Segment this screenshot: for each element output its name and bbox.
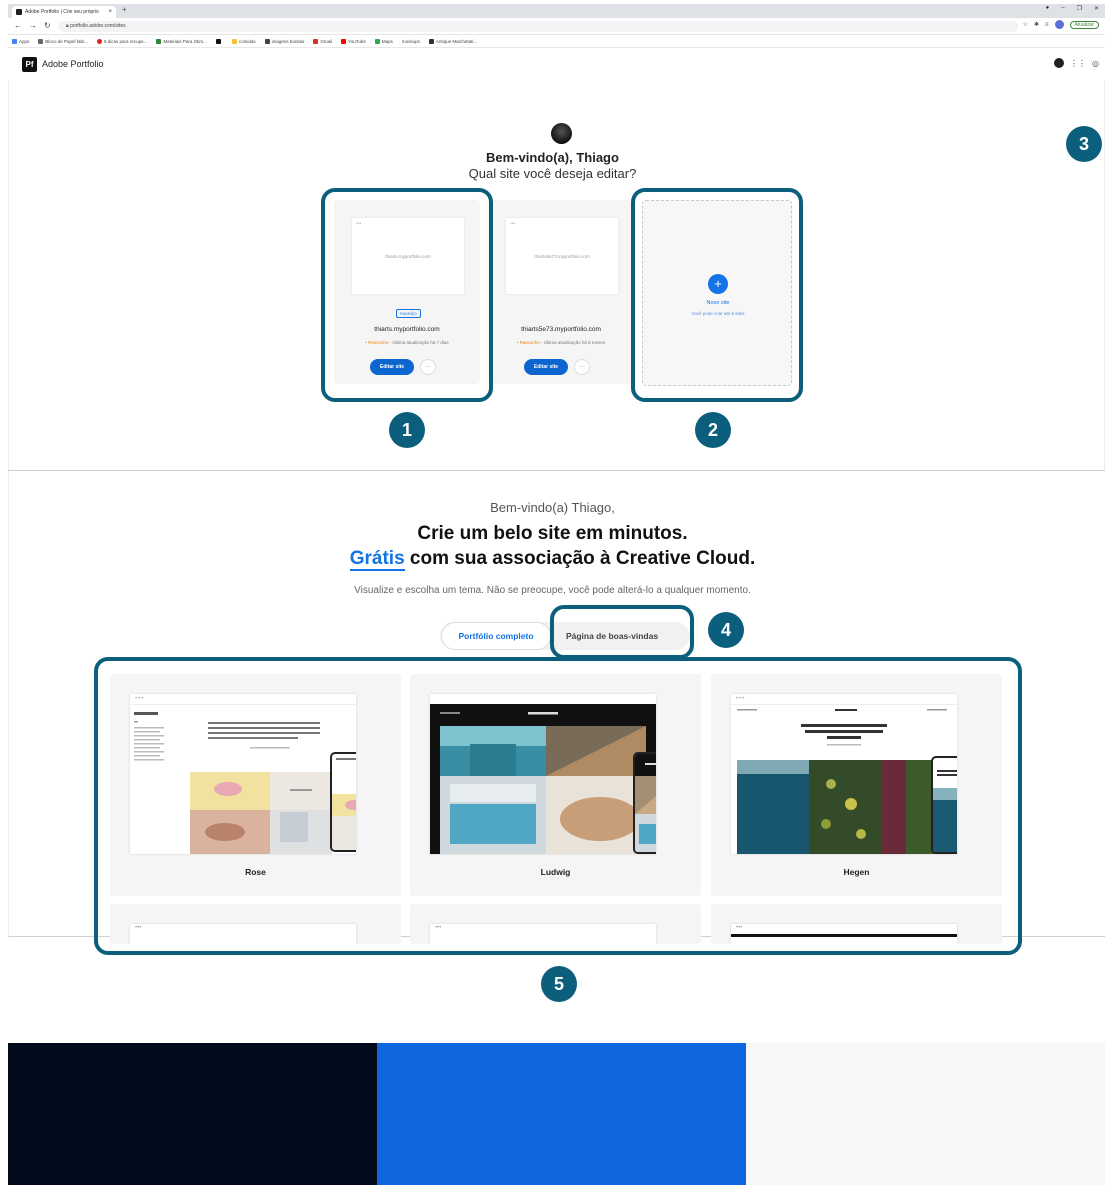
browser-tab[interactable]: Adobe Portfolio | Crie seu próprio × bbox=[12, 6, 116, 18]
apps-grid-icon bbox=[12, 38, 17, 44]
palette-swatch-dark bbox=[8, 1043, 377, 1185]
bookmarks-bar: Apps Bloco de Papel fabr... 5 dicas para… bbox=[8, 35, 1105, 48]
palette-swatch-blue bbox=[377, 1043, 746, 1185]
apps-grid-icon[interactable]: ⋮⋮ bbox=[1070, 59, 1086, 68]
bookmark-item[interactable]: 5 dicas para recupe... bbox=[97, 38, 147, 44]
notifications-icon[interactable]: ◎ bbox=[1092, 59, 1099, 68]
annotation-marker-2: 2 bbox=[695, 412, 731, 448]
extensions-icon[interactable]: ✱ bbox=[1034, 21, 1039, 28]
gmail-icon bbox=[313, 38, 319, 44]
bookmark-item[interactable]: Gmail bbox=[313, 38, 332, 44]
bookmark-item[interactable]: comidas bbox=[231, 38, 256, 44]
theme-title: Crie um belo site em minutos. bbox=[417, 523, 688, 544]
bookmark-favicon-icon bbox=[38, 38, 44, 44]
app-header: Pf Adobe Portfolio ⋮⋮ ◎ bbox=[8, 49, 1105, 79]
highlight-themes bbox=[94, 657, 1022, 955]
bookmark-item[interactable]: Antique Marchetati... bbox=[428, 38, 477, 44]
bookmark-favicon-icon bbox=[97, 38, 103, 44]
window-dots-icon: ••• bbox=[510, 221, 516, 227]
update-button[interactable]: Atualizar bbox=[1069, 20, 1099, 29]
site-domain: thiarts5e73.myportfolio.com bbox=[521, 326, 601, 333]
minimize-icon[interactable]: – bbox=[1061, 5, 1064, 12]
restore-icon[interactable]: ❐ bbox=[1077, 5, 1082, 12]
bookmark-star-icon[interactable]: ☆ bbox=[1023, 21, 1028, 28]
bookmark-item[interactable]: mockups bbox=[402, 39, 420, 44]
highlight-welcome-tab bbox=[550, 605, 694, 659]
address-bar-row: ← → ↻ 🔒︎ portfolio.adobe.com/sites ☆ ✱ ≡… bbox=[8, 18, 1105, 35]
highlight-new-site bbox=[631, 188, 803, 402]
edit-site-button[interactable]: Editar site bbox=[524, 359, 568, 375]
tab-title: Adobe Portfolio | Crie seu próprio bbox=[25, 9, 99, 15]
annotation-marker-4: 4 bbox=[708, 612, 744, 648]
palette-swatch-light bbox=[746, 1043, 1105, 1185]
media-icon[interactable]: ≡ bbox=[1045, 22, 1049, 28]
url-text: portfolio.adobe.com/sites bbox=[70, 23, 126, 29]
browser-tab-bar: Adobe Portfolio | Crie seu próprio × + ●… bbox=[8, 4, 1105, 18]
site-card[interactable]: ••• thiarts5e73.myportfolio.com thiarts5… bbox=[488, 200, 634, 384]
close-window-icon[interactable]: ✕ bbox=[1094, 5, 1099, 12]
bookmark-favicon-icon bbox=[264, 38, 270, 44]
annotation-marker-1: 1 bbox=[389, 412, 425, 448]
folder-icon bbox=[231, 38, 237, 44]
theme-greeting: Bem-vindo(a) Thiago, bbox=[490, 500, 615, 515]
back-icon[interactable]: ← bbox=[14, 21, 22, 30]
site-question: Qual site você deseja editar? bbox=[468, 166, 637, 181]
portfolio-logo[interactable]: Pf bbox=[22, 57, 37, 72]
bookmark-favicon-icon bbox=[428, 38, 434, 44]
tab-full-portfolio[interactable]: Portfólio completo bbox=[441, 622, 551, 650]
youtube-icon bbox=[341, 38, 347, 44]
bookmark-item[interactable]: Bloco de Papel fabr... bbox=[38, 38, 88, 44]
reload-icon[interactable]: ↻ bbox=[44, 21, 51, 30]
bookmark-favicon-icon bbox=[215, 38, 221, 44]
free-link[interactable]: Grátis bbox=[349, 548, 405, 571]
url-input[interactable]: 🔒︎ portfolio.adobe.com/sites bbox=[58, 21, 1018, 32]
record-icon[interactable]: ● bbox=[1046, 5, 1050, 12]
user-avatar-large bbox=[551, 123, 572, 144]
annotation-marker-5: 5 bbox=[541, 966, 577, 1002]
maps-icon bbox=[374, 38, 380, 44]
highlight-existing-site bbox=[321, 188, 493, 402]
annotation-marker-3: 3 bbox=[1066, 126, 1102, 162]
theme-title-line2: Grátis com sua associação à Creative Clo… bbox=[349, 548, 756, 571]
forward-icon[interactable]: → bbox=[29, 21, 37, 30]
theme-subtitle: Visualize e escolha um tema. Não se preo… bbox=[354, 585, 751, 596]
more-options-button[interactable]: ··· bbox=[574, 359, 590, 375]
site-thumbnail[interactable]: ••• thiarts5e73.myportfolio.com bbox=[506, 218, 618, 294]
bookmark-item[interactable] bbox=[215, 38, 223, 44]
user-avatar[interactable] bbox=[1054, 58, 1065, 68]
bookmark-item[interactable]: Maps bbox=[374, 38, 393, 44]
tab-close-icon[interactable]: × bbox=[108, 9, 112, 15]
bookmark-item[interactable]: YouTube bbox=[341, 38, 366, 44]
window-controls: ● – ❐ ✕ bbox=[1046, 5, 1099, 12]
bookmark-item[interactable]: Materiais Para Otim... bbox=[156, 38, 207, 44]
welcome-heading: Bem-vindo(a), Thiago bbox=[486, 150, 619, 165]
bookmark-item[interactable]: imagens bonitas bbox=[264, 38, 304, 44]
new-tab-button[interactable]: + bbox=[122, 5, 127, 14]
app-name: Adobe Portfolio bbox=[42, 59, 104, 69]
bookmark-favicon-icon bbox=[156, 38, 162, 44]
tab-favicon-icon bbox=[16, 9, 22, 15]
site-status: • Rascunho - Última atualização há 8 mes… bbox=[516, 340, 606, 345]
bookmark-item[interactable]: Apps bbox=[12, 38, 29, 44]
profile-avatar[interactable] bbox=[1054, 20, 1064, 29]
